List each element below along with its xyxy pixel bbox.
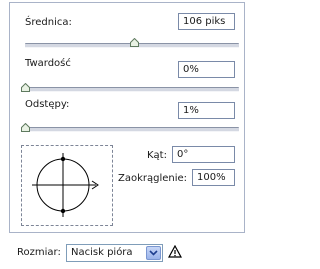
warning-icon [168,245,182,258]
spacing-slider-thumb[interactable] [21,123,30,132]
hardness-slider-thumb[interactable] [21,83,30,92]
diameter-field[interactable]: 106 piks [178,13,235,30]
angle-field[interactable]: 0° [172,146,235,163]
spacing-label: Odstępy: [25,99,70,110]
spacing-slider-track[interactable] [25,127,239,132]
diameter-slider-thumb[interactable] [130,38,139,47]
size-control-value: Nacisk pióra [71,247,133,258]
hardness-field[interactable]: 0% [178,61,235,78]
hardness-label: Twardość [25,58,71,69]
size-control-select[interactable]: Nacisk pióra [66,244,163,262]
size-control-label: Rozmiar: [17,247,61,258]
hardness-slider-track[interactable] [25,87,239,92]
angle-roundness-crosshair-icon[interactable] [22,146,112,225]
roundness-field[interactable]: 100% [192,169,235,186]
spacing-field[interactable]: 1% [178,102,235,119]
brush-shape-preview[interactable] [21,145,113,226]
diameter-label: Średnica: [25,17,72,28]
chevron-down-icon [149,250,158,256]
brush-tip-panel: Średnica: 106 piks Twardość 0% Odstępy: … [0,0,248,269]
angle-label: Kąt: [147,150,167,161]
size-control-dropdown-button[interactable] [146,246,161,260]
brush-settings-frame: Średnica: 106 piks Twardość 0% Odstępy: … [9,2,245,233]
roundness-label: Zaokrąglenie: [118,173,188,184]
